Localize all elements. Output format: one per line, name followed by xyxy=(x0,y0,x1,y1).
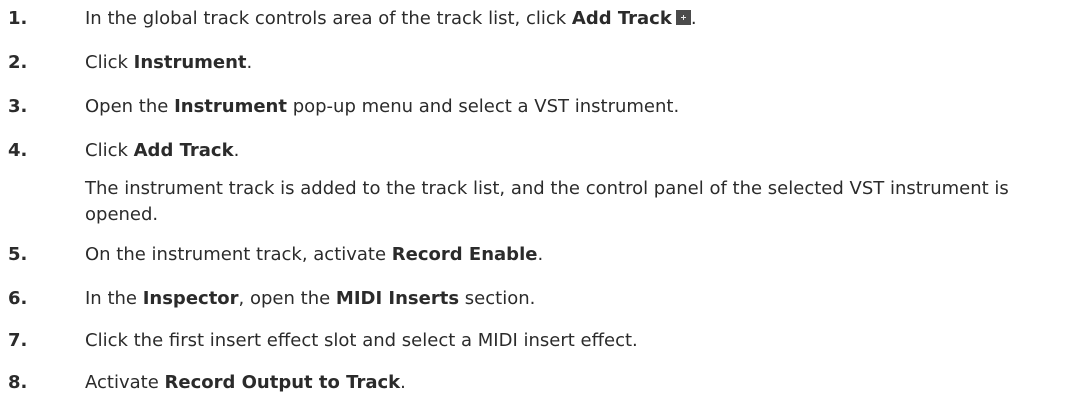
step-text-part: On the instrument track, activate xyxy=(85,244,392,265)
step-text-part: pop-up menu and select a VST instrument. xyxy=(286,96,680,117)
step-text-part: . xyxy=(400,372,406,393)
step-number: 6. xyxy=(8,288,28,309)
step-number: 8. xyxy=(8,372,28,393)
add-track-icon xyxy=(675,10,691,25)
step-number: 7. xyxy=(8,330,28,351)
step-text-part: Click xyxy=(85,140,134,161)
step-text: In the Inspector, open the MIDI Inserts … xyxy=(85,286,535,312)
step-bold-term: Record Output to Track xyxy=(164,372,401,393)
step-text-part: Activate xyxy=(85,372,165,393)
step-text-part: Click the first insert effect slot and s… xyxy=(85,330,638,351)
step-text-part: Click xyxy=(85,52,134,73)
step-text: On the instrument track, activate Record… xyxy=(85,242,543,268)
step-number: 5. xyxy=(8,244,28,265)
step-text: Click Instrument. xyxy=(85,50,252,76)
step-text-part: Open the xyxy=(85,96,175,117)
step-text: Click Add Track. xyxy=(85,138,239,164)
step-bold-term: MIDI Inserts xyxy=(335,288,460,309)
step-bold-term: Add Track xyxy=(571,8,672,29)
step-text: Open the Instrument pop-up menu and sele… xyxy=(85,94,679,120)
step-text: Click the first insert effect slot and s… xyxy=(85,328,638,354)
step-text-part: In the xyxy=(85,288,143,309)
step-text-part: . xyxy=(690,8,697,29)
step-4-result: The instrument track is added to the tra… xyxy=(85,178,1009,225)
step-bold-term: Instrument xyxy=(174,96,287,117)
step-number: 1. xyxy=(8,8,28,29)
step-bold-term: Add Track xyxy=(133,140,234,161)
step-text: Activate Record Output to Track. xyxy=(85,370,406,396)
step-number: 2. xyxy=(8,52,28,73)
step-bold-term: Inspector xyxy=(142,288,239,309)
step-number: 3. xyxy=(8,96,28,117)
step-bold-term: Instrument xyxy=(133,52,247,73)
step-text: In the global track controls area of the… xyxy=(85,6,697,32)
step-text-part: . xyxy=(537,244,544,265)
step-bold-term: Record Enable xyxy=(391,244,538,265)
step-text-part: In the global track controls area of the… xyxy=(85,8,572,29)
step-text-part: section. xyxy=(459,288,536,309)
step-text-part: . xyxy=(246,52,253,73)
step-text-part: , open the xyxy=(238,288,336,309)
step-number: 4. xyxy=(8,140,28,161)
step-text-part: . xyxy=(233,140,240,161)
